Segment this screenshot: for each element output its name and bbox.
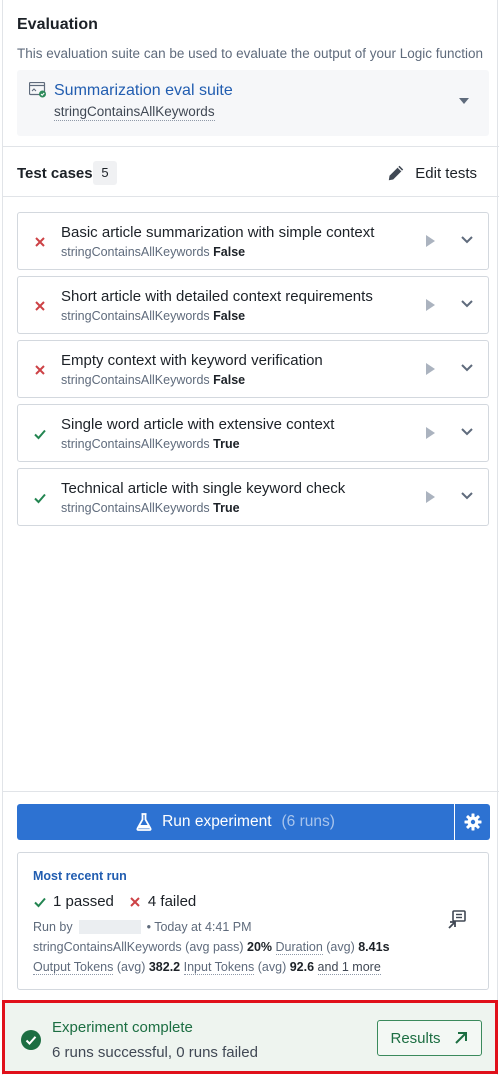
arrow-top-right-icon <box>454 1032 467 1044</box>
metric-output-tokens-avg: (avg) <box>116 960 146 974</box>
chevron-down-icon[interactable] <box>460 427 474 437</box>
pass-check-icon <box>34 897 46 907</box>
test-case-result: stringContainsAllKeywords False <box>61 373 245 387</box>
edit-tests-label: Edit tests <box>415 164 477 182</box>
test-case-evaluator: stringContainsAllKeywords <box>61 245 210 259</box>
test-case-outcome: False <box>213 309 246 323</box>
run-by: Run by • Today at 4:41 PM <box>33 920 252 934</box>
test-case-title: Technical article with single keyword ch… <box>61 480 346 497</box>
metric-duration-avg: (avg) <box>326 940 355 954</box>
passed-count: 1 passed <box>53 893 114 910</box>
results-button[interactable]: Results <box>377 1020 482 1056</box>
experiment-complete-toast: Experiment complete 6 runs successful, 0… <box>2 1000 498 1074</box>
test-case-outcome: False <box>213 245 246 259</box>
run-experiment-label: Run experiment <box>162 813 272 830</box>
metric-output-tokens-label: Output Tokens <box>33 960 114 975</box>
metrics-line-2: Output Tokens (avg) 382.2 Input Tokens (… <box>33 960 381 975</box>
pencil-icon <box>389 165 404 181</box>
eval-suite-icon <box>29 82 46 98</box>
gear-icon <box>464 813 481 831</box>
most-recent-run-title: Most recent run <box>33 869 127 883</box>
metrics-line-1: stringContainsAllKeywords (avg pass) 20%… <box>33 940 390 955</box>
chevron-down-icon[interactable] <box>460 235 474 245</box>
metric-input-tokens-avg: (avg) <box>257 960 287 974</box>
test-case-result: stringContainsAllKeywords True <box>61 501 240 515</box>
test-case-result: stringContainsAllKeywords False <box>61 309 245 323</box>
play-icon[interactable] <box>426 299 435 311</box>
metric-duration-value: 8.41s <box>358 940 390 954</box>
divider <box>3 146 499 147</box>
test-case-evaluator: stringContainsAllKeywords <box>61 373 210 387</box>
test-case-title: Short article with detailed context requ… <box>61 288 373 305</box>
chevron-down-icon[interactable] <box>460 363 474 373</box>
fail-x-icon <box>35 365 45 375</box>
section-description: This evaluation suite can be used to eva… <box>17 46 484 61</box>
test-case-row[interactable]: Basic article summarization with simple … <box>17 212 489 270</box>
play-icon[interactable] <box>426 235 435 247</box>
play-icon[interactable] <box>426 363 435 375</box>
evaluation-panel: Evaluation This evaluation suite can be … <box>2 0 499 1075</box>
test-case-row[interactable]: Short article with detailed context requ… <box>17 276 489 334</box>
test-case-row[interactable]: Technical article with single keyword ch… <box>17 468 489 526</box>
test-case-evaluator: stringContainsAllKeywords <box>61 501 210 515</box>
test-case-evaluator: stringContainsAllKeywords <box>61 309 210 323</box>
run-count-label: (6 runs) <box>281 813 335 830</box>
chevron-down-icon[interactable] <box>460 299 474 309</box>
eval-suite-selector[interactable]: Summarization eval suite stringContainsA… <box>17 70 489 136</box>
suite-evaluator: stringContainsAllKeywords <box>54 104 215 121</box>
pass-check-icon <box>34 429 46 440</box>
run-summary: 1 passed 4 failed <box>33 893 202 910</box>
results-button-label: Results <box>390 1029 441 1047</box>
toast-title: Experiment complete <box>52 1019 193 1036</box>
run-settings-button[interactable] <box>455 804 490 840</box>
fail-x-icon <box>35 301 45 311</box>
most-recent-run-card: Most recent run 1 passed 4 failed Run by… <box>17 852 489 990</box>
play-icon[interactable] <box>426 491 435 503</box>
more-metrics-link[interactable]: and 1 more <box>317 960 381 975</box>
section-title: Evaluation <box>17 16 98 33</box>
test-case-title: Basic article summarization with simple … <box>61 224 375 241</box>
metric-evaluator: stringContainsAllKeywords <box>33 940 182 954</box>
check-circle-icon <box>21 1030 41 1050</box>
run-experiment-button[interactable]: Run experiment (6 runs) <box>17 804 454 840</box>
edit-tests-button[interactable]: Edit tests <box>387 160 477 186</box>
fail-x-icon <box>130 896 140 907</box>
pass-check-icon <box>34 493 46 504</box>
divider <box>3 196 499 197</box>
metric-input-tokens-label: Input Tokens <box>183 960 255 975</box>
metric-avg-pass-value: 20% <box>247 940 273 954</box>
test-case-title: Single word article with extensive conte… <box>61 416 335 433</box>
test-case-title: Empty context with keyword verification <box>61 352 323 369</box>
test-case-outcome: True <box>213 501 240 515</box>
run-by-label: Run by <box>33 920 73 934</box>
test-case-evaluator: stringContainsAllKeywords <box>61 437 210 451</box>
test-case-outcome: True <box>213 437 240 451</box>
redacted-user <box>78 920 141 934</box>
metric-input-tokens-value: 92.6 <box>289 960 315 974</box>
test-case-row[interactable]: Single word article with extensive conte… <box>17 404 489 462</box>
test-cases-label: Test cases <box>17 165 93 182</box>
metric-output-tokens-value: 382.2 <box>148 960 181 974</box>
play-icon[interactable] <box>426 427 435 439</box>
flask-icon <box>136 813 152 831</box>
chevron-down-icon[interactable] <box>460 491 474 501</box>
test-cases-count-badge: 5 <box>93 161 117 185</box>
test-case-result: stringContainsAllKeywords True <box>61 437 240 451</box>
test-case-row[interactable]: Empty context with keyword verification … <box>17 340 489 398</box>
toast-subtitle: 6 runs successful, 0 runs failed <box>52 1044 258 1061</box>
test-case-list: Basic article summarization with simple … <box>17 212 489 532</box>
divider <box>3 791 499 792</box>
test-case-result: stringContainsAllKeywords False <box>61 245 245 259</box>
failed-count: 4 failed <box>147 893 197 910</box>
test-case-outcome: False <box>213 373 246 387</box>
suite-name: Summarization eval suite <box>54 82 233 99</box>
fail-x-icon <box>35 237 45 247</box>
caret-down-icon <box>459 98 469 104</box>
metric-avg-pass-label: (avg pass) <box>185 940 244 954</box>
metric-duration-label: Duration <box>275 940 323 955</box>
run-time: • Today at 4:41 PM <box>146 920 252 934</box>
open-panel-icon[interactable] <box>446 909 468 931</box>
